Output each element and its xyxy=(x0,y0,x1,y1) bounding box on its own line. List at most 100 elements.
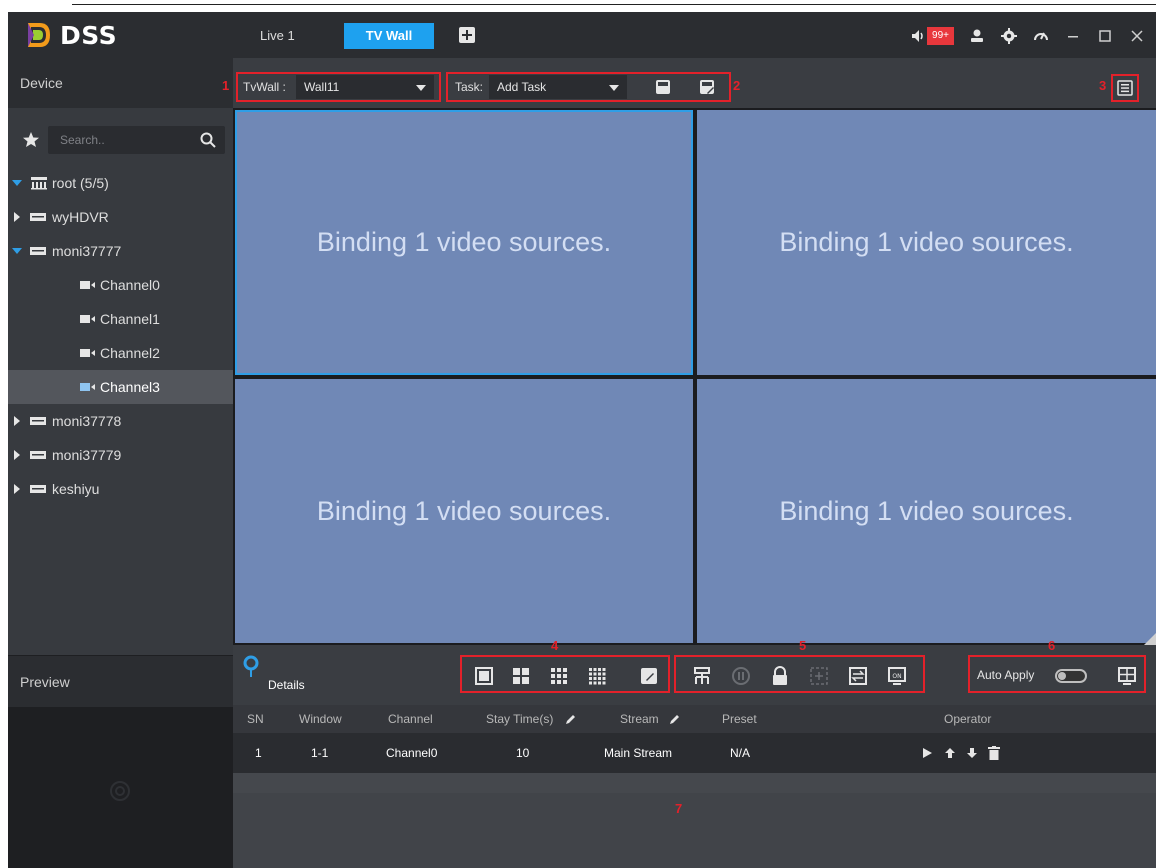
tree-node-label: wyHDVR xyxy=(52,209,109,225)
annotation-3: 3 xyxy=(1099,78,1107,93)
tree-node-label: Channel3 xyxy=(100,379,160,395)
split-16-icon[interactable] xyxy=(586,665,608,687)
cell-stream[interactable]: Main Stream xyxy=(604,733,672,773)
custom-split-icon[interactable] xyxy=(638,665,660,687)
cell-text: Binding 1 video sources. xyxy=(316,495,612,526)
expanded-arrow-icon[interactable] xyxy=(12,166,22,200)
lock-icon[interactable] xyxy=(769,665,791,687)
toggle-knob xyxy=(1058,672,1066,680)
annotation-2: 2 xyxy=(733,78,741,93)
gear-icon[interactable] xyxy=(1000,27,1018,45)
edit-pencil-icon[interactable] xyxy=(565,713,577,725)
collapsed-arrow-icon[interactable] xyxy=(12,438,22,472)
split-4-icon[interactable] xyxy=(510,665,532,687)
pause-disabled-icon[interactable] xyxy=(730,665,752,687)
tree-node-channel2[interactable]: Channel2 xyxy=(8,336,233,370)
header-sn: SN xyxy=(247,712,264,726)
maximize-icon[interactable] xyxy=(1096,27,1114,45)
search-box xyxy=(48,126,225,154)
close-icon[interactable] xyxy=(1128,27,1146,45)
search-icon[interactable] xyxy=(199,131,217,149)
tree-node-label: Channel2 xyxy=(100,345,160,361)
collapsed-arrow-icon[interactable] xyxy=(12,200,22,234)
resize-corner-icon[interactable] xyxy=(1144,633,1156,645)
list-view-icon[interactable] xyxy=(1117,80,1133,96)
collapsed-arrow-icon[interactable] xyxy=(12,404,22,438)
dvr-icon xyxy=(30,485,46,493)
edit-pencil-icon[interactable] xyxy=(669,713,681,725)
details-label: Details xyxy=(268,678,305,692)
notification-badge[interactable]: 99+ xyxy=(927,27,954,45)
window-controls: 99+ xyxy=(909,23,1146,49)
task-select[interactable]: Add Task xyxy=(489,75,627,99)
cell-text: Binding 1 video sources. xyxy=(779,227,1074,257)
tree-node-moni37778[interactable]: moni37778 xyxy=(8,404,233,438)
preview-pane xyxy=(8,707,233,868)
wall-cell-4[interactable]: Binding 1 video sources. xyxy=(697,379,1156,643)
auto-apply-toggle[interactable] xyxy=(1055,669,1087,683)
device-tree: root (5/5) wyHDVR moni37777 Channel0 Cha… xyxy=(8,166,233,506)
split-1-icon[interactable] xyxy=(473,665,495,687)
tree-node-root[interactable]: root (5/5) xyxy=(8,166,233,200)
plus-square-icon xyxy=(459,27,475,43)
save-icon[interactable] xyxy=(655,79,671,95)
placeholder-logo-icon xyxy=(110,781,130,801)
power-on-icon[interactable]: ON xyxy=(886,665,908,687)
move-down-icon[interactable] xyxy=(966,747,978,759)
wall-layout-icon[interactable] xyxy=(691,665,713,687)
wall-cell-1[interactable]: Binding 1 video sources. xyxy=(235,110,693,375)
cell-channel: Channel0 xyxy=(386,746,438,760)
tree-node-wyhdvr[interactable]: wyHDVR xyxy=(8,200,233,234)
tree-node-label: moni37777 xyxy=(52,243,122,259)
location-pin-icon xyxy=(243,655,259,677)
star-icon[interactable] xyxy=(22,131,40,149)
annotation-4: 4 xyxy=(551,638,559,653)
user-icon[interactable] xyxy=(968,27,986,45)
wall-toolbar: 1 TvWall : Wall11 2 Task: Add Task 3 xyxy=(222,58,1156,108)
cell-window: 1-1 xyxy=(311,746,329,760)
tree-node-label: moni37778 xyxy=(52,413,122,429)
chevron-down-icon xyxy=(609,85,619,91)
tab-live-1[interactable]: Live 1 xyxy=(250,23,305,49)
tab-tv-wall[interactable]: TV Wall xyxy=(344,23,434,49)
tree-node-channel0[interactable]: Channel0 xyxy=(8,268,233,302)
tree-node-channel1[interactable]: Channel1 xyxy=(8,302,233,336)
split-9-icon[interactable] xyxy=(548,665,570,687)
svg-text:ON: ON xyxy=(892,673,901,680)
switch-icon[interactable] xyxy=(847,665,869,687)
tree-node-moni37777[interactable]: moni37777 xyxy=(8,234,233,268)
camera-icon xyxy=(80,349,95,357)
tree-node-label: root (5/5) xyxy=(52,175,109,191)
tvwall-select[interactable]: Wall11 xyxy=(296,75,434,99)
cell-stay-time[interactable]: 10 xyxy=(516,733,529,773)
annotation-5: 5 xyxy=(799,638,807,653)
tree-node-channel3[interactable]: Channel3 xyxy=(8,370,233,404)
dvr-icon xyxy=(30,213,46,221)
wall-cell-2[interactable]: Binding 1 video sources. xyxy=(697,110,1156,375)
collapsed-arrow-icon[interactable] xyxy=(12,472,22,506)
speedometer-icon[interactable] xyxy=(1032,27,1050,45)
minimize-icon[interactable] xyxy=(1064,27,1082,45)
add-tab-button[interactable] xyxy=(458,26,476,44)
save-as-icon[interactable] xyxy=(699,79,715,95)
search-input[interactable] xyxy=(60,126,190,154)
wall-cell-3[interactable]: Binding 1 video sources. xyxy=(235,379,693,643)
table-row[interactable]: 1 1-1 Channel0 10 Main Stream N/A xyxy=(233,733,1156,773)
header-stream: Stream xyxy=(620,712,659,726)
expanded-arrow-icon[interactable] xyxy=(12,234,22,268)
move-up-icon[interactable] xyxy=(944,747,956,759)
tree-node-keshiyu[interactable]: keshiyu xyxy=(8,472,233,506)
play-icon[interactable] xyxy=(921,747,933,759)
main-area: 1 TvWall : Wall11 2 Task: Add Task 3 Bin… xyxy=(222,58,1156,868)
task-select-value: Add Task xyxy=(497,80,547,94)
search-row xyxy=(8,126,233,156)
speaker-icon[interactable] xyxy=(909,27,927,45)
add-window-disabled-icon[interactable] xyxy=(808,665,830,687)
trash-icon[interactable] xyxy=(988,746,1000,760)
cell-preset: N/A xyxy=(730,746,751,760)
app-logo: DSS xyxy=(26,20,117,50)
dss-logo-icon xyxy=(28,23,50,47)
tree-node-moni37779[interactable]: moni37779 xyxy=(8,438,233,472)
preview-header: Preview xyxy=(8,655,233,707)
apply-to-wall-icon[interactable] xyxy=(1116,665,1138,687)
